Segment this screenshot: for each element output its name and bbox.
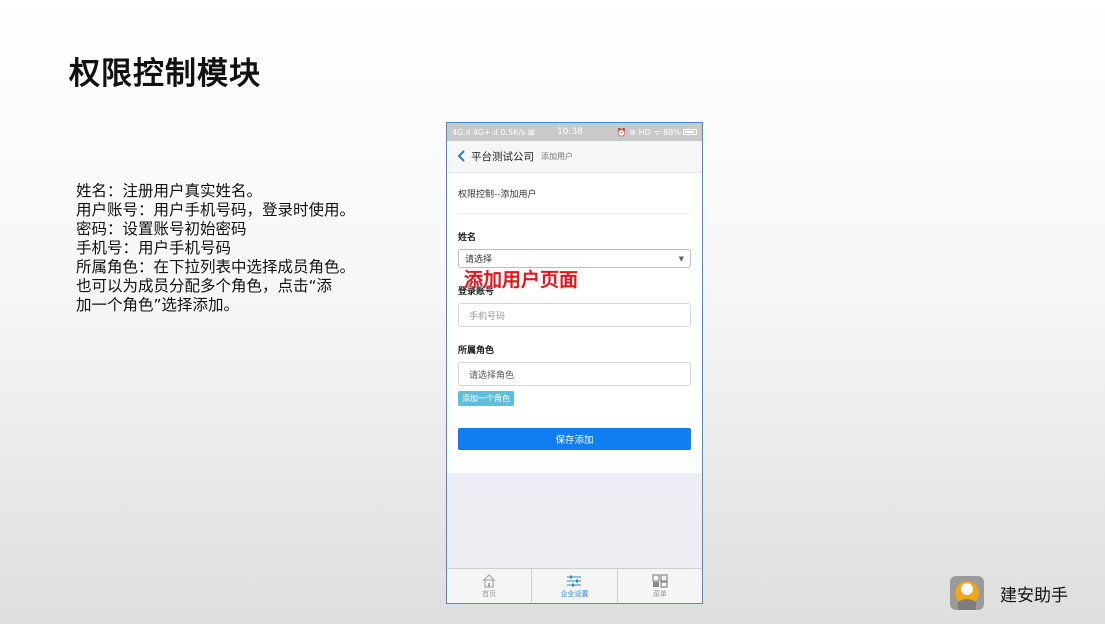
tab-home-label: 首页 [482,589,497,598]
tab-menu-label: 菜单 [652,589,667,598]
phone-screenshot: 4G.ıl 4G+.ıl 0.5K/s ⊠ 10:38 ⏰ ⊗ HD ᯤ 88%… [446,122,703,604]
description-line: 密码：设置账号初始密码 [76,220,247,238]
status-icons: ⏰ ⊗ HD ᯤ 88% [616,127,681,137]
dropdown-caret-icon: ▼ [678,254,684,263]
slide-title: 权限控制模块 [69,56,261,92]
tab-menu[interactable]: 菜单 [618,569,702,603]
save-button[interactable]: 保存添加 [458,428,691,450]
tab-bar: 首页 企业设置 菜单 [447,568,702,603]
description-line: 手机号：用户手机号码 [76,239,232,257]
status-bar: 4G.ıl 4G+.ıl 0.5K/s ⊠ 10:38 ⏰ ⊗ HD ᯤ 88% [447,123,702,141]
role-label: 所属角色 [458,346,495,356]
tab-company-settings[interactable]: 企业设置 [532,569,618,603]
role-select[interactable]: 请选择角色 [458,362,691,386]
status-time: 10:38 [556,127,583,137]
tab-company-settings-label: 企业设置 [560,589,589,598]
nav-bar: 平台测试公司 添加用户 [447,141,702,173]
phone-number-placeholder: 手机号码 [469,311,506,322]
status-network: 4G.ıl 4G+.ıl 0.5K/s ⊠ [452,127,535,137]
description-line: 加一个角色”选择添加。 [76,296,240,314]
phone-number-input[interactable]: 手机号码 [458,303,691,327]
description-text: 姓名：注册用户真实姓名。 用户账号：用户手机号码，登录时使用。 密码：设置账号初… [76,182,376,315]
description-line: 所属角色：在下拉列表中选择成员角色。 [76,258,356,276]
name-select-value: 请选择 [465,255,493,265]
back-chevron-icon[interactable] [457,149,466,165]
description-line: 姓名：注册用户真实姓名。 [76,182,263,200]
brand: 建安助手 [950,576,1068,610]
grid-icon [652,573,668,588]
page-annotation-label: 添加用户页面 [464,269,579,291]
home-icon [482,573,496,588]
nav-title[interactable]: 平台测试公司 [471,149,534,164]
nav-subtitle: 添加用户 [541,152,573,161]
description-line: 用户账号：用户手机号码，登录时使用。 [76,201,356,219]
tab-home[interactable]: 首页 [447,569,533,603]
role-select-placeholder: 请选择角色 [469,370,515,381]
form-content: 权限控制--添加用户 姓名 请选择 ▼ 登录账号 手机号码 所属角色 请选择角色… [447,173,702,473]
sliders-icon [567,575,582,586]
status-indicators: ⏰ ⊗ HD ᯤ 88% [617,127,697,138]
name-label: 姓名 [458,233,477,243]
brand-logo-icon [950,576,984,610]
brand-name: 建安助手 [1000,585,1068,606]
add-role-button[interactable]: 添加一个角色 [458,391,514,406]
battery-icon [683,129,697,135]
section-title: 权限控制--添加用户 [458,173,691,214]
description-line: 也可以为成员分配多个角色，点击“添 [76,277,333,295]
